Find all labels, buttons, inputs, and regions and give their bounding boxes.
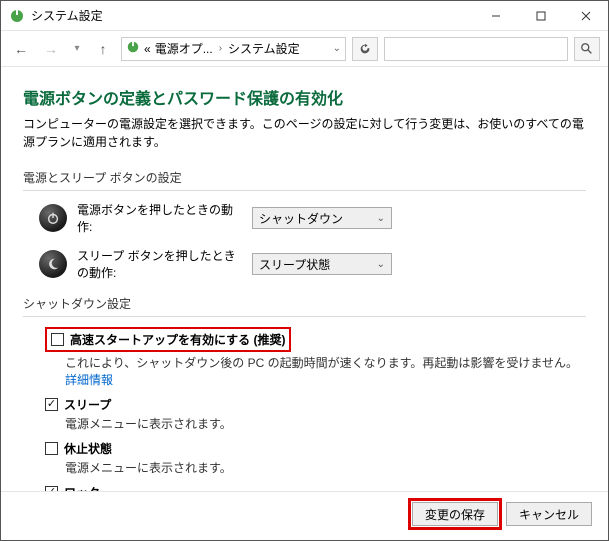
window-title: システム設定 [31, 7, 473, 24]
fast-startup-checkbox[interactable] [51, 333, 64, 346]
power-button-action-row: 電源ボタンを押したときの動作: シャットダウン ⌄ [23, 201, 586, 235]
lock-option-label: ロック [64, 484, 100, 491]
maximize-button[interactable] [518, 1, 563, 31]
sleep-button-select-value: スリープ状態 [259, 256, 330, 273]
sleep-icon [39, 250, 67, 278]
refresh-button[interactable] [352, 37, 378, 61]
breadcrumb-part1[interactable]: 電源オプ... [155, 40, 213, 57]
fast-startup-label: 高速スタートアップを有効にする (推奨) [70, 331, 285, 348]
chevron-down-icon[interactable]: ⌄ [333, 43, 341, 54]
sleep-option-label: スリープ [64, 396, 111, 413]
content-area: 電源ボタンの定義とパスワード保護の有効化 コンピューターの電源設定を選択できます… [1, 67, 608, 491]
app-icon [9, 8, 25, 24]
app-icon-small [126, 40, 140, 57]
forward-button[interactable]: → [39, 37, 63, 61]
title-bar: システム設定 [1, 1, 608, 31]
breadcrumb[interactable]: « 電源オプ... › システム設定 ⌄ [121, 37, 346, 61]
sleep-option: スリープ 電源メニューに表示されます。 [23, 396, 586, 432]
hibernate-checkbox[interactable] [45, 442, 58, 455]
address-bar: ← → ▾ ↑ « 電源オプ... › システム設定 ⌄ [1, 31, 608, 67]
save-button[interactable]: 変更の保存 [412, 502, 498, 526]
power-button-select-value: シャットダウン [259, 210, 343, 227]
chevron-down-icon: ⌄ [377, 213, 385, 224]
search-input[interactable] [384, 37, 568, 61]
hibernate-option-label: 休止状態 [64, 440, 112, 457]
section-shutdown-label: シャットダウン設定 [23, 295, 586, 312]
sleep-button-select[interactable]: スリープ状態 ⌄ [252, 253, 392, 275]
cancel-button[interactable]: キャンセル [506, 502, 592, 526]
hibernate-option: 休止状態 電源メニューに表示されます。 [23, 440, 586, 476]
sleep-button-label: スリープ ボタンを押したときの動作: [77, 247, 242, 281]
page-heading: 電源ボタンの定義とパスワード保護の有効化 [23, 85, 586, 109]
hibernate-option-desc: 電源メニューに表示されます。 [45, 459, 586, 476]
breadcrumb-part2[interactable]: システム設定 [228, 40, 300, 57]
section-shutdown: 高速スタートアップを有効にする (推奨) これにより、シャットダウン後の PC … [23, 316, 586, 491]
lock-option: ロック アカウントの画像メニューに表示されます。 [23, 484, 586, 491]
close-button[interactable] [563, 1, 608, 31]
section-power-buttons: 電源ボタンを押したときの動作: シャットダウン ⌄ スリープ ボタンを押したとき… [23, 190, 586, 281]
breadcrumb-pre: « [144, 42, 151, 56]
minimize-button[interactable] [473, 1, 518, 31]
up-button[interactable]: ↑ [91, 37, 115, 61]
fast-startup-option: 高速スタートアップを有効にする (推奨) これにより、シャットダウン後の PC … [23, 327, 586, 388]
fast-startup-desc: これにより、シャットダウン後の PC の起動時間が速くなります。再起動は影響を受… [45, 354, 586, 388]
section-power-buttons-label: 電源とスリープ ボタンの設定 [23, 169, 586, 186]
search-button[interactable] [574, 37, 600, 61]
chevron-down-icon: ⌄ [377, 259, 385, 270]
power-button-label: 電源ボタンを押したときの動作: [77, 201, 242, 235]
back-button[interactable]: ← [9, 37, 33, 61]
recent-dropdown[interactable]: ▾ [69, 37, 85, 61]
footer: 変更の保存 キャンセル [1, 491, 608, 540]
highlight-fast-startup: 高速スタートアップを有効にする (推奨) [45, 327, 291, 352]
sleep-option-desc: 電源メニューに表示されます。 [45, 415, 586, 432]
chevron-right-icon: › [217, 43, 224, 54]
page-description: コンピューターの電源設定を選択できます。このページの設定に対して行う変更は、お使… [23, 115, 586, 151]
sleep-button-action-row: スリープ ボタンを押したときの動作: スリープ状態 ⌄ [23, 247, 586, 281]
power-button-select[interactable]: シャットダウン ⌄ [252, 207, 392, 229]
power-icon [39, 204, 67, 232]
sleep-checkbox[interactable] [45, 398, 58, 411]
fast-startup-moreinfo-link[interactable]: 詳細情報 [65, 373, 113, 387]
